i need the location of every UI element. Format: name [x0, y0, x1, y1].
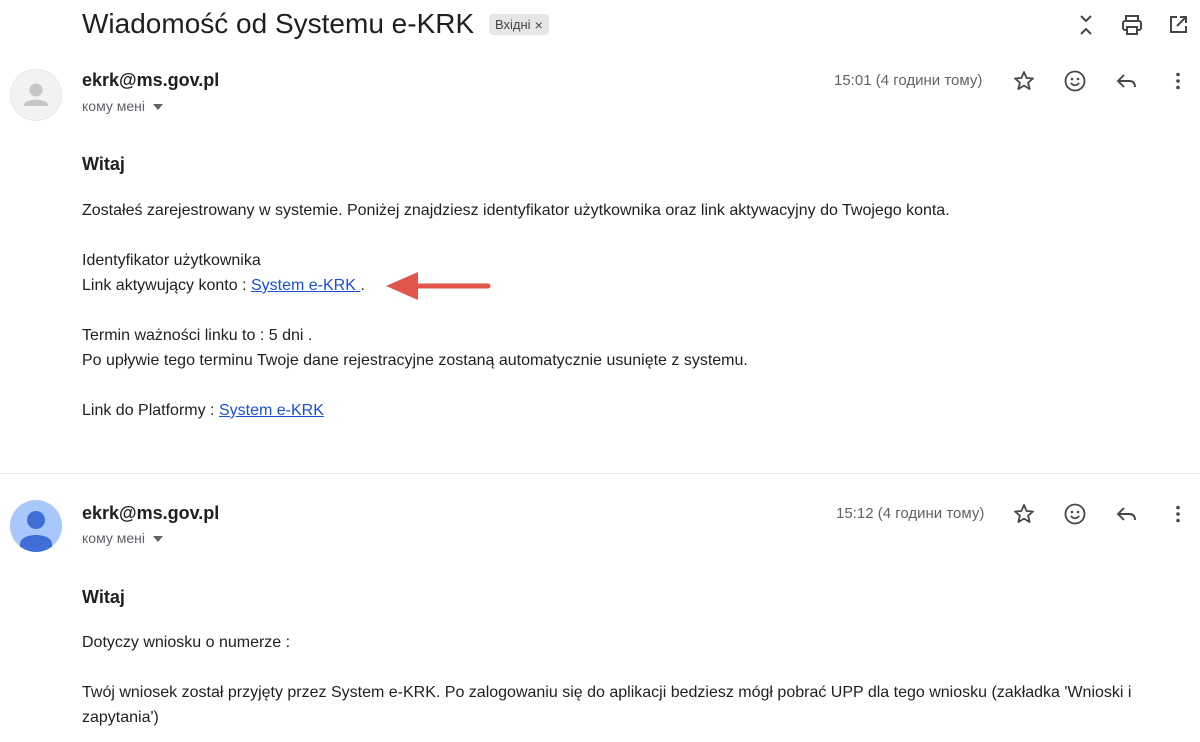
emoji-icon[interactable] [1059, 65, 1091, 97]
more-vert-icon[interactable] [1162, 498, 1194, 530]
link-validity: Termin ważności linku to : 5 dni . [82, 327, 313, 344]
expiry-note: Po upływie tego terminu Twoje dane rejes… [82, 352, 748, 369]
label-chip-text: Вхідні [495, 17, 531, 32]
person-avatar-icon [20, 511, 52, 552]
email-thread-view: Wiadomość od Systemu e-KRK Вхідні × ekrk… [0, 0, 1200, 742]
open-new-window-icon[interactable] [1163, 10, 1193, 40]
emoji-icon[interactable] [1059, 498, 1091, 530]
sender-avatar[interactable] [10, 500, 62, 552]
recipient-details[interactable]: кому мені [82, 98, 163, 114]
reply-icon[interactable] [1111, 65, 1143, 97]
reply-icon[interactable] [1111, 498, 1143, 530]
message-paragraph: Dotyczy wniosku o numerze : [82, 634, 291, 651]
message-time: 15:01 (4 години тому) [834, 72, 983, 89]
message-greeting: Witaj [82, 587, 125, 607]
platform-link-prefix: Link do Platformy : [82, 402, 219, 419]
message-greeting: Witaj [82, 154, 125, 174]
print-icon[interactable] [1117, 10, 1147, 40]
collapse-all-icon[interactable] [1071, 10, 1101, 40]
platform-link-line: Link do Platformy : System e-KRK [82, 402, 324, 420]
message-paragraph: Twój wniosek został przyjęty przez Syste… [82, 684, 1132, 726]
message-time: 15:12 (4 години тому) [836, 505, 985, 522]
activation-link-prefix: Link aktywujący konto : [82, 277, 251, 294]
remove-label-icon[interactable]: × [535, 17, 543, 33]
more-vert-icon[interactable] [1162, 65, 1194, 97]
activation-link[interactable]: System e-KRK [251, 277, 360, 294]
user-id-label: Identyfikator użytkownika [82, 252, 261, 269]
recipient-label: кому мені [82, 98, 145, 114]
activation-link-suffix: . [360, 277, 365, 294]
chevron-down-icon [153, 535, 163, 542]
message-divider [0, 473, 1200, 474]
chevron-down-icon [153, 103, 163, 110]
sender-avatar[interactable] [10, 69, 62, 121]
sender-email[interactable]: ekrk@ms.gov.pl [82, 70, 219, 91]
star-icon[interactable] [1008, 498, 1040, 530]
platform-link[interactable]: System e-KRK [219, 402, 324, 419]
thread-subject: Wiadomość od Systemu e-KRK [82, 8, 475, 39]
label-chip-inbox[interactable]: Вхідні × [489, 14, 549, 35]
default-avatar-icon [24, 83, 48, 106]
star-icon[interactable] [1008, 65, 1040, 97]
red-arrow-annotation [386, 272, 491, 300]
recipient-label: кому мені [82, 530, 145, 546]
recipient-details[interactable]: кому мені [82, 530, 163, 546]
sender-email[interactable]: ekrk@ms.gov.pl [82, 503, 219, 524]
activation-link-line: Link aktywujący konto : System e-KRK . [82, 277, 365, 295]
message-paragraph: Zostałeś zarejestrowany w systemie. Poni… [82, 202, 950, 219]
